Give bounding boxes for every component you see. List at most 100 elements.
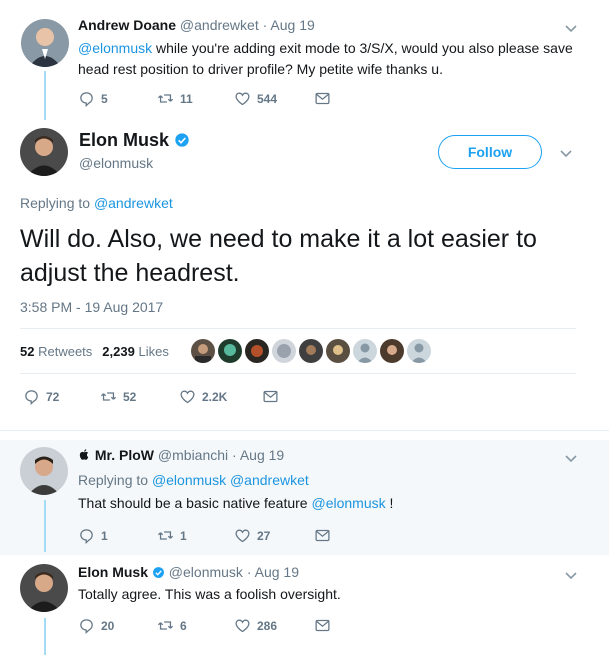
likes-stat-label: Likes — [138, 343, 169, 359]
avatar-mr-plow[interactable] — [20, 447, 68, 495]
reply-icon — [78, 617, 95, 634]
tweet-text: @elonmusk while you're adding exit mode … — [78, 38, 593, 80]
replying-to-link[interactable]: @elonmusk — [152, 472, 226, 488]
liker-avatar[interactable] — [352, 339, 377, 363]
mention-link[interactable]: @elonmusk — [78, 40, 152, 56]
author-handle[interactable]: @andrewket — [180, 17, 259, 33]
avatar-andrew-doane[interactable] — [21, 19, 69, 67]
retweet-count: 11 — [180, 91, 193, 106]
envelope-icon — [314, 527, 331, 544]
section-divider — [0, 430, 609, 431]
liker-avatar[interactable] — [379, 339, 404, 363]
tweet-timestamp[interactable]: 3:58 PM - 19 Aug 2017 — [20, 299, 163, 315]
thread-line — [44, 71, 46, 120]
like-button[interactable]: 286 — [234, 617, 314, 634]
tweet-date[interactable]: Aug 19 — [240, 447, 284, 463]
retweet-count: 6 — [180, 618, 187, 633]
like-count: 286 — [257, 618, 278, 633]
like-count: 27 — [257, 528, 271, 543]
author-handle[interactable]: @mbianchi — [158, 447, 228, 463]
author-name-text: Elon Musk — [79, 130, 170, 150]
author-handle[interactable]: @elonmusk — [79, 155, 153, 171]
like-count: 544 — [257, 91, 278, 106]
reply-count: 72 — [46, 389, 60, 404]
chevron-down-icon[interactable] — [564, 451, 578, 465]
like-count: 2.2K — [202, 389, 228, 404]
reply-icon — [23, 388, 40, 405]
chevron-down-icon[interactable] — [559, 146, 573, 160]
liker-avatar[interactable] — [406, 339, 431, 363]
replying-to: Replying to @andrewket — [20, 195, 173, 211]
like-button[interactable]: 2.2K — [179, 388, 262, 405]
reply-button[interactable]: 1 — [78, 527, 157, 544]
likes-stat[interactable]: 2,239 Likes — [102, 344, 169, 359]
tweet-actions: 5 11 544 — [78, 90, 331, 107]
reply-count: 5 — [101, 91, 108, 106]
mention-link[interactable]: @elonmusk — [311, 495, 385, 511]
chevron-down-icon[interactable] — [564, 21, 578, 35]
liker-avatar[interactable] — [217, 339, 242, 363]
reply-count: 1 — [101, 528, 108, 543]
reply-button[interactable]: 72 — [23, 388, 100, 405]
liker-avatar[interactable] — [298, 339, 323, 363]
retweet-count: 1 — [180, 528, 187, 543]
separator-dot: · — [262, 17, 268, 33]
author-name[interactable]: Elon Musk — [78, 564, 148, 580]
retweet-icon — [100, 388, 117, 405]
like-button[interactable]: 544 — [234, 90, 314, 107]
reply-button[interactable]: 5 — [78, 90, 157, 107]
reply-count: 20 — [101, 618, 115, 633]
retweet-button[interactable]: 1 — [157, 527, 234, 544]
tweet-header: Elon Musk @elonmusk · Aug 19 — [78, 564, 299, 580]
heart-icon — [179, 388, 196, 405]
dm-button[interactable] — [262, 388, 279, 405]
heart-icon — [234, 527, 251, 544]
avatar-elon-musk[interactable] — [20, 564, 68, 612]
retweet-icon — [157, 90, 174, 107]
author-name[interactable]: Mr. PloW — [95, 447, 154, 463]
tweet-text: That should be a basic native feature @e… — [78, 493, 393, 514]
replying-to: Replying to @elonmusk @andrewket — [78, 470, 309, 491]
author-handle[interactable]: @elonmusk — [169, 564, 243, 580]
retweet-button[interactable]: 52 — [100, 388, 179, 405]
retweet-button[interactable]: 11 — [157, 90, 234, 107]
retweet-icon — [157, 617, 174, 634]
dm-button[interactable] — [314, 527, 331, 544]
replying-to-link[interactable]: @andrewket — [230, 472, 309, 488]
tweet-actions: 1 1 27 — [78, 527, 331, 544]
thread-line — [44, 500, 46, 552]
tweet-actions: 20 6 286 — [78, 617, 331, 634]
replying-to-link[interactable]: @andrewket — [94, 195, 173, 211]
author-name[interactable]: Elon Musk — [79, 130, 190, 151]
like-button[interactable]: 27 — [234, 527, 314, 544]
apple-logo-icon — [78, 448, 91, 464]
verified-badge-icon — [152, 566, 165, 579]
likes-stat-count: 2,239 — [102, 343, 135, 359]
tweet-text: Will do. Also, we need to make it a lot … — [20, 225, 537, 287]
chevron-down-icon[interactable] — [564, 568, 578, 582]
avatar-elon-musk[interactable] — [20, 128, 68, 176]
separator-dot: · — [232, 447, 237, 463]
tweet-header: Mr. PloW @mbianchi · Aug 19 — [78, 447, 284, 464]
replying-to-label: Replying to — [20, 195, 91, 211]
tweet-date[interactable]: Aug 19 — [255, 564, 299, 580]
tweet-text-body: That should be a basic native feature — [78, 495, 312, 511]
liker-avatar[interactable] — [325, 339, 350, 363]
envelope-icon — [314, 90, 331, 107]
liker-avatar[interactable] — [244, 339, 269, 363]
reply-button[interactable]: 20 — [78, 617, 157, 634]
dm-button[interactable] — [314, 617, 331, 634]
retweet-button[interactable]: 6 — [157, 617, 234, 634]
tweet-date[interactable]: Aug 19 — [270, 17, 314, 33]
liker-avatar[interactable] — [271, 339, 296, 363]
liker-avatar[interactable] — [190, 339, 215, 363]
retweets-stat-count: 52 — [20, 343, 35, 359]
dm-button[interactable] — [314, 90, 331, 107]
replying-to-label: Replying to — [78, 472, 149, 488]
follow-button[interactable]: Follow — [438, 135, 542, 169]
likers-avatars — [190, 339, 431, 363]
tweet-text-suffix: ! — [385, 495, 394, 511]
retweets-stat[interactable]: 52 Retweets — [20, 344, 92, 359]
heart-icon — [234, 617, 251, 634]
author-name[interactable]: Andrew Doane — [78, 17, 176, 33]
